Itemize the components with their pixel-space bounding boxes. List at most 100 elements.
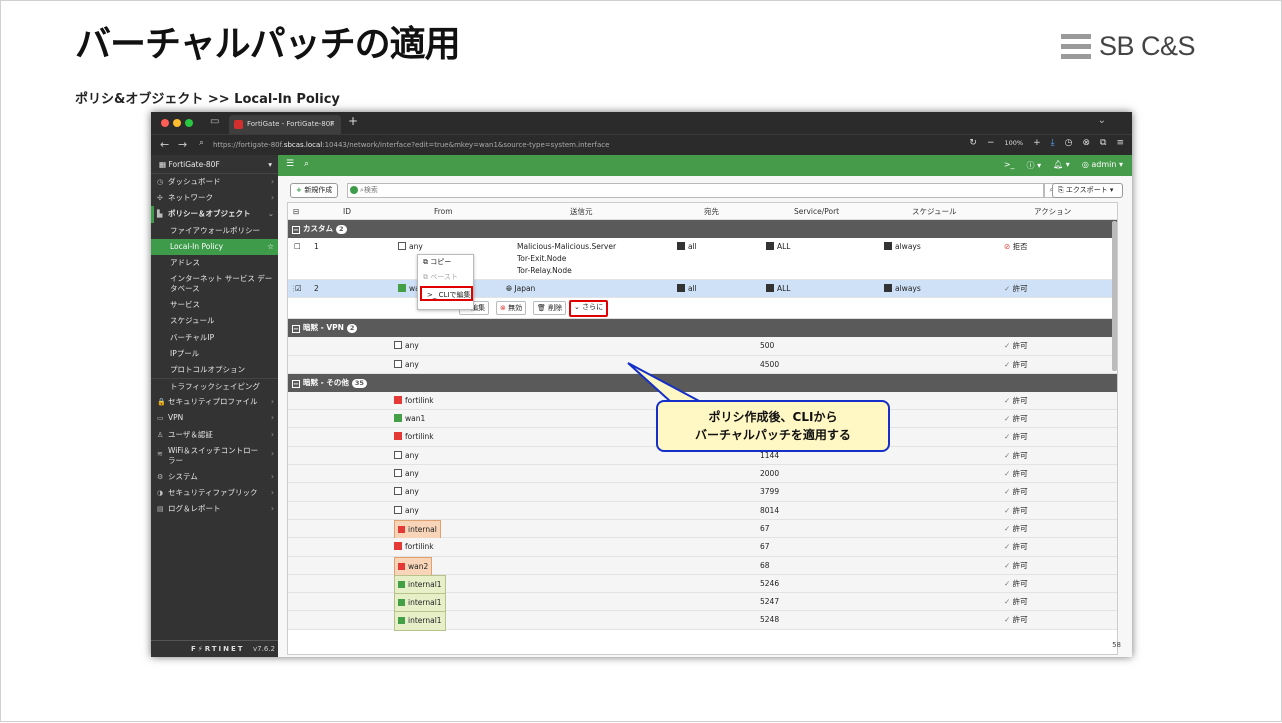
history-icon[interactable]: ◷ (1065, 138, 1073, 148)
cell-port: 68 (760, 560, 770, 570)
zoom-out-icon[interactable]: − (987, 138, 995, 148)
back-arrow-icon[interactable]: ← (160, 138, 169, 151)
checkmark-icon: ✓ (1004, 450, 1013, 460)
sidebar-item-internet-service-db[interactable]: インターネット サービス データベース (151, 271, 278, 297)
group-implicit-other[interactable]: − 暗黙 - その他 35 (288, 373, 1117, 392)
cli-prompt-icon: >_ (427, 291, 439, 299)
header-source[interactable]: 送信元 (570, 203, 593, 220)
collapse-group-icon[interactable]: − (292, 379, 300, 388)
table-row[interactable]: any 2000 ✓ 許可 (288, 465, 1117, 484)
notification-bell-icon[interactable]: 🔔︎ ▾ (1053, 160, 1070, 171)
disable-button[interactable]: ⊗ 無効 (496, 301, 527, 316)
sidebar-item-network[interactable]: ✣ ネットワーク › (151, 190, 278, 206)
sidebar-item-firewall-policy[interactable]: ファイアウォールポリシー (151, 223, 278, 239)
group-implicit-vpn[interactable]: − 暗黙 - VPN 2 (288, 319, 1117, 338)
table-row[interactable]: any 3799 ✓ 許可 (288, 483, 1117, 502)
menu-icon[interactable]: ≡ (1116, 138, 1124, 148)
table-scrollbar[interactable] (1112, 221, 1117, 371)
menu-item-copy[interactable]: ⧉ コピー (418, 255, 473, 270)
collapse-group-icon[interactable]: − (292, 226, 300, 234)
table-row[interactable]: ☐ 1 any Malicious-Malicious.Server Tor-Ex… (288, 238, 1117, 280)
header-service-port[interactable]: Service/Port (794, 203, 839, 220)
sidebar-item-dashboard[interactable]: ◷ ダッシュボード › (151, 174, 278, 190)
collapse-group-icon[interactable]: − (292, 325, 300, 334)
sidebar-item-security-fabric[interactable]: ◑ セキュリティファブリック › (151, 485, 278, 501)
hamburger-menu-icon[interactable]: ☰ (286, 159, 294, 169)
zoom-in-icon[interactable]: + (1033, 138, 1041, 148)
interface-any-icon (398, 242, 406, 250)
cell-port: 5247 (760, 597, 780, 607)
extensions-icon[interactable]: ⧉ (1100, 138, 1106, 148)
search-icon[interactable]: ⌕ (304, 159, 309, 169)
forward-arrow-icon[interactable]: → (178, 138, 187, 151)
url-field[interactable]: https://fortigate-80f.sbcas.local:10443/… (213, 138, 953, 153)
header-id[interactable]: ID (343, 203, 351, 220)
more-button[interactable]: ⌄ さらに (569, 300, 609, 318)
header-from[interactable]: From (434, 203, 453, 220)
interface-tag: wan2 (394, 556, 433, 577)
sidebar-item-address[interactable]: アドレス (151, 255, 278, 271)
row-checkbox[interactable]: ☐ (294, 241, 301, 253)
sidebar-item-vpn[interactable]: ▭ VPN › (151, 410, 278, 426)
admin-menu[interactable]: ◎ admin ▾ (1082, 160, 1123, 171)
collapse-all-icon[interactable]: ⊟ (293, 203, 299, 220)
table-row[interactable]: internal1 5246 ✓ 許可 (288, 574, 1117, 595)
new-tab-icon[interactable]: + (348, 114, 358, 128)
menu-item-paste[interactable]: ⧉ ペースト (418, 270, 473, 285)
browser-tab[interactable]: FortiGate - FortiGate-80F ✕ (229, 115, 341, 134)
close-tab-icon[interactable]: ✕ (329, 115, 335, 134)
zoom-level[interactable]: 100% (1004, 139, 1023, 147)
minimize-window-icon[interactable] (173, 119, 181, 127)
add-filter-icon[interactable] (350, 186, 358, 194)
download-icon[interactable]: ⤓ (1051, 138, 1055, 148)
sidebar-item-wifi-switch[interactable]: ≋ WiFi＆スイッチコントローラー › (151, 443, 278, 469)
slide-title: バーチャルパッチの適用 (75, 24, 461, 65)
sidebar-item-user-auth[interactable]: ♙ ユーザ＆認証 › (151, 427, 278, 443)
reload-icon[interactable]: ↻ (969, 138, 977, 148)
close-circle-icon[interactable]: ⊗ (1082, 138, 1090, 148)
table-row[interactable]: any 4500 ✓ 許可 (288, 355, 1117, 374)
header-action[interactable]: アクション (1034, 203, 1071, 220)
cli-console-icon[interactable]: >_ (1004, 160, 1015, 171)
create-new-button[interactable]: + 新規作成 (290, 183, 339, 198)
sidebar-item-log-report[interactable]: ▤ ログ＆レポート › (151, 501, 278, 517)
help-icon[interactable]: ⓘ ▾ (1027, 160, 1042, 171)
sidebar-item-schedules[interactable]: スケジュール (151, 313, 278, 329)
favorite-star-icon[interactable]: ☆ (267, 239, 274, 255)
zoom-window-icon[interactable] (185, 119, 193, 127)
export-button[interactable]: ⎘ エクスポート ▾ (1052, 183, 1123, 198)
tab-list-chevron-icon[interactable]: ⌄ (1098, 115, 1106, 126)
group-custom[interactable]: − カスタム 2 (288, 220, 1117, 238)
deny-icon: ⊘ (1004, 242, 1013, 251)
row-checkbox-checked[interactable]: ☑ (295, 280, 302, 298)
header-destination[interactable]: 宛先 (704, 203, 719, 220)
tab-overview-icon[interactable]: ▭ (210, 116, 219, 127)
delete-button[interactable]: 🗑︎ 削除 (533, 301, 567, 316)
page-search-icon[interactable]: ⌕ (199, 138, 204, 148)
sidebar-item-security-profiles[interactable]: 🔒 セキュリティプロファイル › (151, 394, 278, 410)
sidebar-item-system[interactable]: ⚙ システム › (151, 469, 278, 485)
sidebar-item-protocol-options[interactable]: プロトコルオプション (151, 362, 278, 378)
sidebar-item-services[interactable]: サービス (151, 297, 278, 313)
device-selector[interactable]: ▦ FortiGate-80F ▾ (151, 155, 278, 174)
sidebar-item-policy-objects[interactable]: ▙ ポリシー＆オブジェクト ⌄ (151, 206, 278, 223)
sidebar-item-virtual-ip[interactable]: バーチャルIP (151, 330, 278, 346)
interface-any-icon (394, 359, 402, 368)
table-row[interactable]: wan2 68 ✓ 許可 (288, 556, 1117, 577)
table-row[interactable]: any 8014 ✓ 許可 (288, 501, 1117, 520)
sidebar-item-traffic-shaping[interactable]: トラフィックシェイピング (151, 378, 278, 394)
close-window-icon[interactable] (161, 119, 169, 127)
cell-action-text: 許可 (1012, 560, 1028, 570)
table-row[interactable]: internal1 5248 ✓ 許可 (288, 611, 1117, 632)
menu-item-edit-in-cli[interactable]: >_ CLIで編集 (420, 286, 473, 301)
table-row[interactable]: any 500 ✓ 許可 (288, 337, 1117, 356)
table-row-selected[interactable]: ⋮ ☑ 2 wan1 🌐︎ Japan all ALL always ✓ 許可 (288, 280, 1117, 299)
table-row[interactable]: internal 67 ✓ 許可 (288, 519, 1117, 540)
search-input[interactable]: ⌕検索⌕ (347, 183, 1059, 198)
topbar-right: >_ ⓘ ▾ 🔔︎ ▾ ◎ admin ▾ (1004, 160, 1123, 171)
table-row[interactable]: fortilink 67 ✓ 許可 (288, 538, 1117, 557)
table-row[interactable]: internal1 5247 ✓ 許可 (288, 593, 1117, 614)
sidebar-item-local-in-policy[interactable]: Local-In Policy ☆ (151, 238, 278, 255)
sidebar-item-ip-pools[interactable]: IPプール (151, 346, 278, 362)
header-schedule[interactable]: スケジュール (912, 203, 956, 220)
